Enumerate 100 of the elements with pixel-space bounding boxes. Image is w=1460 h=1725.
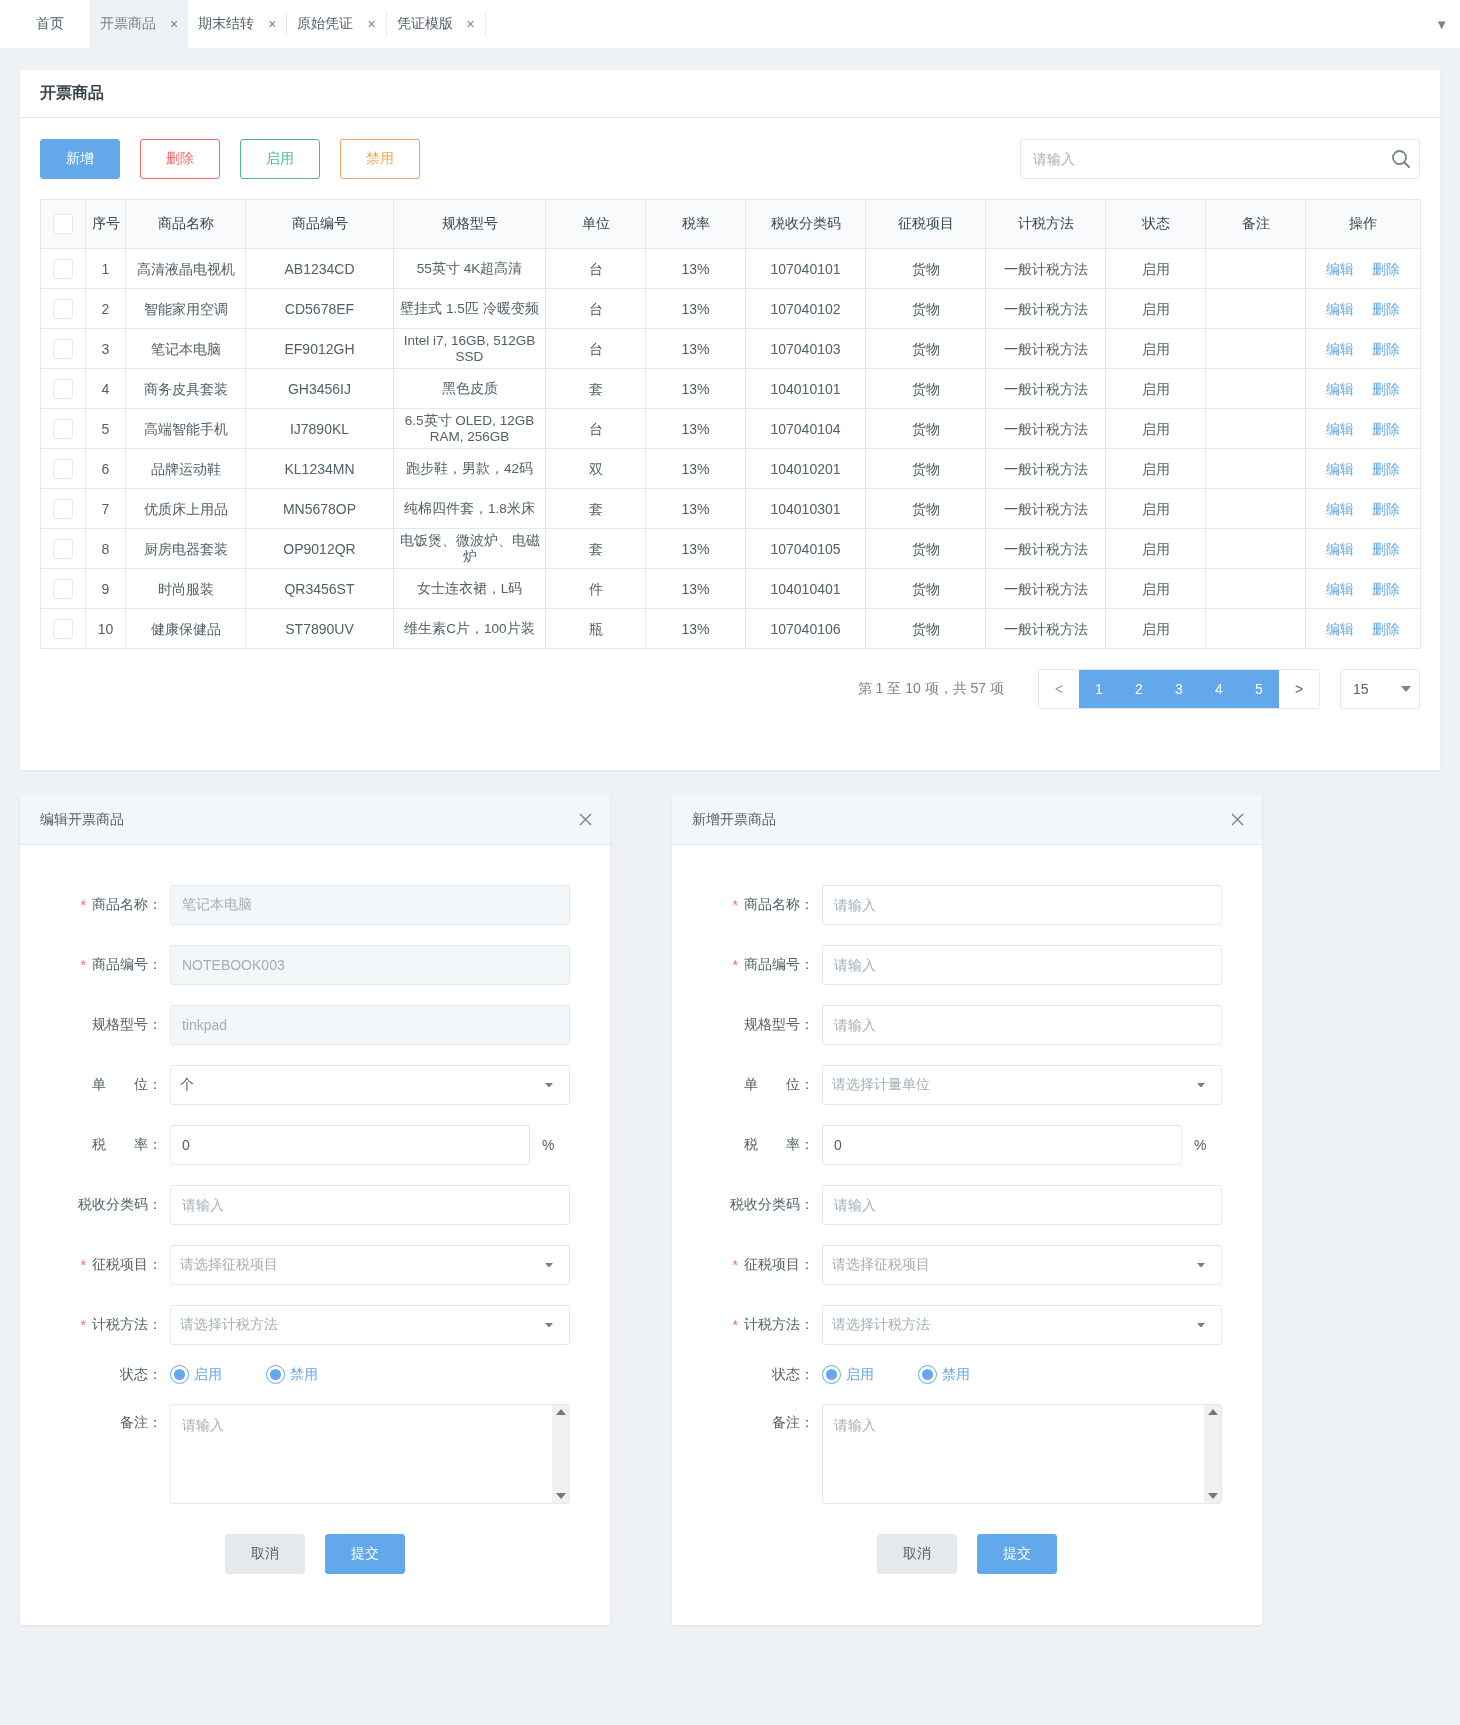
text-field[interactable]: 请输入 — [822, 1185, 1222, 1225]
row-action-link[interactable]: 删除 — [1372, 340, 1400, 357]
checkbox[interactable] — [53, 538, 73, 559]
table-cell: 货物 — [865, 608, 986, 649]
row-action-link[interactable]: 删除 — [1372, 420, 1400, 437]
column-header: 商品名称 — [125, 199, 246, 249]
close-icon[interactable] — [579, 813, 592, 826]
field-label: 税收分类码： — [78, 1196, 162, 1214]
table-cell: 13% — [645, 248, 746, 289]
table-cell: 104010101 — [745, 368, 866, 409]
checkbox[interactable] — [53, 578, 73, 599]
checkbox[interactable] — [53, 458, 73, 479]
table-cell: 启用 — [1105, 328, 1206, 369]
checkbox[interactable] — [53, 338, 73, 359]
scroll-down-icon[interactable] — [1207, 1493, 1218, 1499]
table-cell: 货物 — [865, 408, 986, 449]
close-icon[interactable]: × — [268, 16, 277, 32]
select-field[interactable]: 个 — [170, 1065, 570, 1105]
table-cell: 一般计税方法 — [985, 408, 1106, 449]
status-radio[interactable]: 禁用 — [266, 1365, 318, 1384]
select-field[interactable]: 请选择征税项目 — [170, 1245, 570, 1285]
row-action-link[interactable]: 删除 — [1372, 260, 1400, 277]
row-action-link[interactable]: 编辑 — [1326, 300, 1354, 317]
checkbox[interactable] — [53, 258, 73, 279]
notes-field[interactable]: 请输入 — [822, 1404, 1222, 1504]
select-field[interactable]: 请选择计税方法 — [822, 1305, 1222, 1345]
toolbar-button[interactable]: 新增 — [40, 139, 120, 179]
status-radio[interactable]: 启用 — [822, 1365, 874, 1384]
table-cell: 套 — [545, 488, 646, 529]
dialog-button[interactable]: 提交 — [977, 1534, 1057, 1574]
rate-field[interactable]: 0 — [170, 1125, 530, 1165]
rate-field[interactable]: 0 — [822, 1125, 1182, 1165]
percent-unit: % — [1194, 1137, 1207, 1153]
row-action-link[interactable]: 编辑 — [1326, 620, 1354, 637]
select-field[interactable]: 请选择征税项目 — [822, 1245, 1222, 1285]
page-link[interactable]: 5 — [1239, 670, 1279, 708]
scroll-down-icon[interactable] — [555, 1493, 566, 1499]
table-cell: 启用 — [1105, 248, 1206, 289]
row-action-link[interactable]: 删除 — [1372, 580, 1400, 597]
tab[interactable]: 开票商品 × — [90, 0, 189, 48]
text-field[interactable]: 请输入 — [822, 1005, 1222, 1045]
dialog-button[interactable]: 提交 — [325, 1534, 405, 1574]
row-action-link[interactable]: 删除 — [1372, 460, 1400, 477]
row-action-link[interactable]: 编辑 — [1326, 340, 1354, 357]
dialog-button[interactable]: 取消 — [225, 1534, 305, 1574]
tab-menu-caret[interactable]: ▼ — [1435, 16, 1448, 32]
close-icon[interactable]: × — [466, 16, 475, 32]
select-field[interactable]: 请选择计量单位 — [822, 1065, 1222, 1105]
status-radio[interactable]: 禁用 — [918, 1365, 970, 1384]
status-radio[interactable]: 启用 — [170, 1365, 222, 1384]
close-icon[interactable] — [1231, 813, 1244, 826]
table-cell: 55英寸 4K超高清 — [393, 248, 546, 289]
row-action-link[interactable]: 删除 — [1372, 540, 1400, 557]
page-size-select[interactable]: 15 — [1340, 669, 1420, 709]
page-link[interactable]: 1 — [1079, 670, 1119, 708]
text-field[interactable]: 请输入 — [822, 885, 1222, 925]
toolbar-button[interactable]: 禁用 — [340, 139, 420, 179]
page-link[interactable]: 2 — [1119, 670, 1159, 708]
table-cell: 5 — [85, 408, 126, 449]
select-field[interactable]: 请选择计税方法 — [170, 1305, 570, 1345]
row-action-link[interactable]: 编辑 — [1326, 260, 1354, 277]
close-icon[interactable]: × — [367, 16, 376, 32]
text-field[interactable]: 请输入 — [170, 1185, 570, 1225]
table-cell: 一般计税方法 — [985, 568, 1106, 609]
page-link[interactable]: 4 — [1199, 670, 1239, 708]
row-action-link[interactable]: 编辑 — [1326, 500, 1354, 517]
table-cell: 品牌运动鞋 — [125, 448, 246, 489]
toolbar-button[interactable]: 启用 — [240, 139, 320, 179]
row-action-link[interactable]: 编辑 — [1326, 540, 1354, 557]
page-link[interactable]: 3 — [1159, 670, 1199, 708]
toolbar-button[interactable]: 删除 — [140, 139, 220, 179]
table-cell: 一般计税方法 — [985, 608, 1106, 649]
row-action-link[interactable]: 编辑 — [1326, 460, 1354, 477]
table-cell: 健康保健品 — [125, 608, 246, 649]
row-action-link[interactable]: 删除 — [1372, 500, 1400, 517]
dialog-button[interactable]: 取消 — [877, 1534, 957, 1574]
search-field[interactable]: 请输入 — [1020, 139, 1420, 179]
checkbox[interactable] — [53, 214, 73, 234]
checkbox[interactable] — [53, 418, 73, 439]
table-cell: 商务皮具套装 — [125, 368, 246, 409]
row-action-link[interactable]: 删除 — [1372, 380, 1400, 397]
text-field[interactable]: 请输入 — [822, 945, 1222, 985]
row-action-link[interactable]: 删除 — [1372, 620, 1400, 637]
field-label: 规格型号： — [744, 1016, 814, 1034]
checkbox[interactable] — [53, 498, 73, 519]
checkbox[interactable] — [53, 378, 73, 399]
row-action-link[interactable]: 编辑 — [1326, 580, 1354, 597]
scroll-up-icon[interactable] — [555, 1409, 566, 1415]
scroll-up-icon[interactable] — [1207, 1409, 1218, 1415]
table-cell: 启用 — [1105, 608, 1206, 649]
checkbox[interactable] — [53, 298, 73, 319]
table-cell: 10 — [85, 608, 126, 649]
row-action-link[interactable]: 编辑 — [1326, 420, 1354, 437]
checkbox[interactable] — [53, 618, 73, 639]
close-icon[interactable]: × — [170, 16, 179, 32]
search-icon[interactable] — [1391, 149, 1411, 169]
notes-field[interactable]: 请输入 — [170, 1404, 570, 1504]
row-action-link[interactable]: 编辑 — [1326, 380, 1354, 397]
row-action-link[interactable]: 删除 — [1372, 300, 1400, 317]
table-cell: 货物 — [865, 368, 986, 409]
